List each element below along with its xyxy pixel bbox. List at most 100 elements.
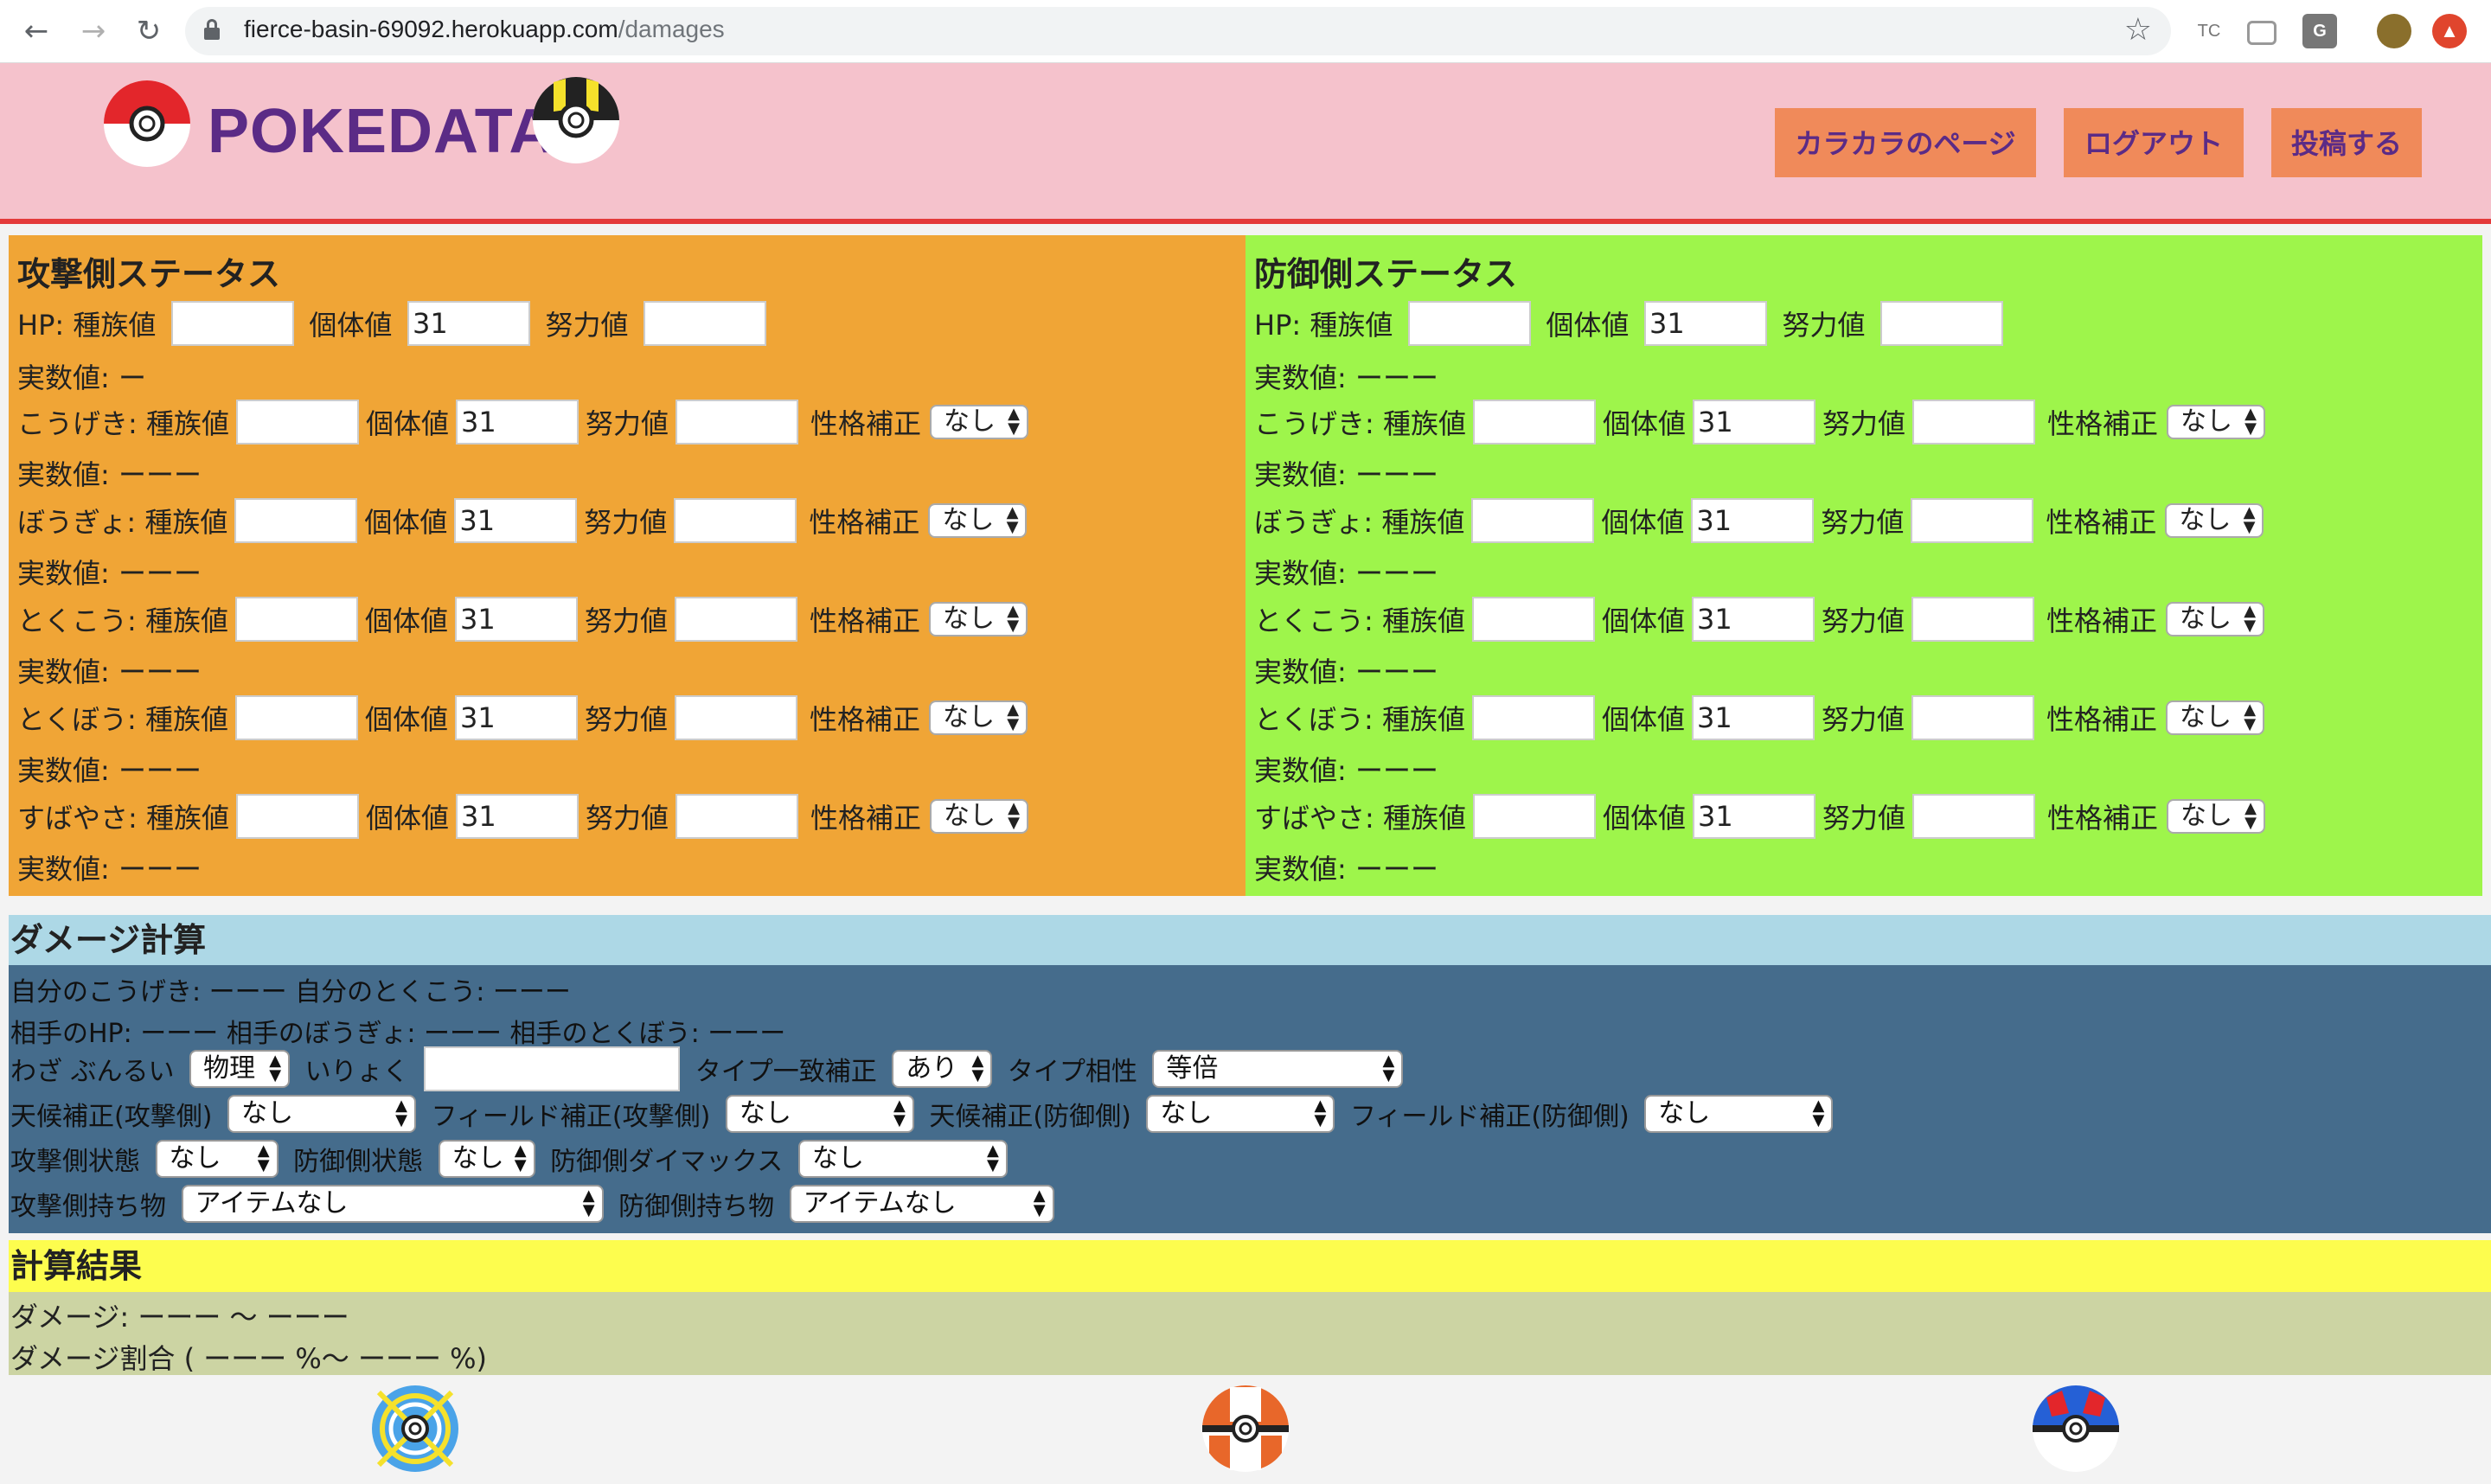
bookmark-star-icon[interactable]: ☆ — [2124, 12, 2152, 48]
nature-select[interactable]: なし ▲ ▼ — [929, 700, 1028, 735]
attacker-stat-actual: 実数値: ーーー — [17, 557, 202, 590]
stat-iv-input[interactable]: 31 — [454, 498, 578, 543]
stat-base-input[interactable] — [235, 597, 358, 642]
attacker-hp-actual: 実数値: ー — [17, 361, 146, 394]
weather-attacker-select[interactable]: なし ▲ ▼ — [227, 1095, 416, 1133]
stat-ev-input[interactable] — [675, 597, 798, 642]
stat-iv-input[interactable]: 31 — [1692, 597, 1815, 642]
hp-base-input[interactable] — [1407, 301, 1531, 346]
hp-iv-input[interactable]: 31 — [407, 301, 530, 346]
select-arrows-icon: ▲ ▼ — [1382, 1052, 1395, 1084]
stat-ev-input[interactable] — [1912, 794, 2035, 839]
nature-select[interactable]: なし ▲ ▼ — [930, 405, 1029, 439]
post-button[interactable]: 投稿する — [2271, 108, 2422, 177]
hp-base-input[interactable] — [170, 301, 294, 346]
nature-select[interactable]: なし ▲ ▼ — [930, 799, 1029, 834]
damage-ratio-text: ダメージ割合 ( ーーー %〜 ーーー %) — [10, 1342, 488, 1375]
extension-tc-icon[interactable]: TC — [2192, 14, 2226, 48]
logout-button[interactable]: ログアウト — [2064, 108, 2244, 177]
stat-iv-label: 個体値 — [1602, 604, 1686, 637]
karakara-page-button[interactable]: カラカラのページ — [1775, 108, 2036, 177]
defender-stat-row: こうげき: 種族値 個体値 31 努力値 性格補正 なし ▲ ▼ — [1254, 400, 2266, 451]
stat-base-input[interactable] — [235, 695, 358, 740]
stat-iv-input[interactable]: 31 — [455, 695, 579, 740]
nature-select[interactable]: なし ▲ ▼ — [2165, 503, 2264, 538]
stat-base-input[interactable] — [234, 498, 358, 543]
stat-base-input[interactable] — [1471, 498, 1595, 543]
url-text[interactable]: fierce-basin-69092.herokuapp.com/damages — [244, 16, 725, 43]
forward-icon[interactable]: → — [74, 12, 112, 50]
select-arrows-icon: ▲ ▼ — [257, 1142, 270, 1174]
address-bar[interactable]: fierce-basin-69092.herokuapp.com/damages… — [185, 7, 2171, 55]
nature-select[interactable]: なし ▲ ▼ — [929, 602, 1028, 636]
stat-ev-input[interactable] — [1912, 400, 2035, 445]
reload-icon[interactable]: ↻ — [130, 12, 168, 50]
hp-ev-input[interactable] — [1880, 301, 2004, 346]
stat-iv-input[interactable]: 31 — [455, 400, 579, 445]
attacker-stat-actual: 実数値: ーーー — [17, 853, 202, 886]
stat-base-input[interactable] — [1472, 400, 1596, 445]
stat-iv-input[interactable]: 31 — [1692, 695, 1815, 740]
type-effectiveness-select[interactable]: 等倍 ▲ ▼ — [1152, 1050, 1404, 1088]
stat-ev-input[interactable] — [1911, 695, 2035, 740]
stat-ev-input[interactable] — [676, 794, 798, 839]
stat-base-input[interactable] — [235, 400, 359, 445]
nature-select[interactable]: なし ▲ ▼ — [2167, 799, 2266, 834]
power-input[interactable] — [424, 1046, 681, 1091]
hp-ev-input[interactable] — [644, 301, 767, 346]
nature-label: 性格補正 — [809, 506, 920, 539]
nature-label: 性格補正 — [810, 703, 921, 736]
nature-label: 性格補正 — [2046, 703, 2158, 736]
stat-iv-input[interactable]: 31 — [455, 597, 579, 642]
nature-select[interactable]: なし ▲ ▼ — [2166, 700, 2265, 735]
defender-dynamax-select[interactable]: なし ▲ ▼ — [797, 1140, 1008, 1178]
field-attacker-select[interactable]: なし ▲ ▼ — [725, 1095, 914, 1133]
select-arrows-icon: ▲ ▼ — [987, 1142, 999, 1174]
extension-g-icon[interactable]: G — [2302, 14, 2337, 48]
nature-select[interactable]: なし ▲ ▼ — [928, 503, 1028, 538]
attacker-item-select[interactable]: アイテムなし ▲ ▼ — [181, 1185, 604, 1223]
stat-base-input[interactable] — [1472, 597, 1595, 642]
weather-attacker-label: 天候補正(攻撃側) — [10, 1102, 213, 1132]
ultraball-logo-icon — [533, 77, 619, 163]
move-class-select[interactable]: 物理 ▲ ▼ — [189, 1050, 291, 1088]
stat-ev-input[interactable] — [674, 498, 797, 543]
nature-select[interactable]: なし ▲ ▼ — [2167, 405, 2266, 439]
nature-label: 性格補正 — [810, 802, 922, 835]
stat-iv-input[interactable]: 31 — [1692, 794, 1815, 839]
hp-iv-input[interactable]: 31 — [1643, 301, 1767, 346]
stat-base-label: とくこう: 種族値 — [17, 604, 228, 637]
stab-select[interactable]: あり ▲ ▼ — [892, 1050, 993, 1088]
stat-base-input[interactable] — [1472, 794, 1596, 839]
stat-iv-input[interactable]: 31 — [1692, 400, 1815, 445]
stat-ev-input[interactable] — [676, 400, 798, 445]
stat-ev-input[interactable] — [1911, 597, 2035, 642]
opponent-stats-line: 相手のHP: ーーー 相手のぼうぎょ: ーーー 相手のとくぼう: ーーー — [10, 1019, 786, 1049]
stat-ev-input[interactable] — [1911, 498, 2034, 543]
stat-iv-input[interactable]: 31 — [1691, 498, 1815, 543]
stat-base-input[interactable] — [1472, 695, 1595, 740]
stat-base-label: すばやさ: 種族値 — [17, 802, 229, 835]
greatball-icon — [2033, 1385, 2119, 1472]
stat-base-input[interactable] — [235, 794, 359, 839]
site-logo-text[interactable]: POKEDATA — [208, 96, 554, 167]
defender-stat-actual: 実数値: ーーー — [1254, 458, 1438, 491]
weather-defender-select[interactable]: なし ▲ ▼ — [1146, 1095, 1335, 1133]
attacker-state-select[interactable]: なし ▲ ▼ — [155, 1140, 279, 1178]
update-icon[interactable]: ▲ — [2432, 14, 2467, 48]
lock-icon[interactable] — [204, 19, 220, 40]
nature-select[interactable]: なし ▲ ▼ — [2166, 602, 2265, 636]
cast-icon[interactable] — [2247, 21, 2276, 45]
stat-iv-input[interactable]: 31 — [455, 794, 579, 839]
attacker-stat-row: すばやさ: 種族値 個体値 31 努力値 性格補正 なし ▲ ▼ — [17, 794, 1029, 846]
nature-value: なし — [2180, 604, 2232, 634]
stat-ev-input[interactable] — [675, 695, 798, 740]
field-defender-select[interactable]: なし ▲ ▼ — [1644, 1095, 1834, 1133]
stat-iv-label: 個体値 — [1602, 407, 1686, 440]
defender-state-select[interactable]: なし ▲ ▼ — [438, 1140, 535, 1178]
profile-avatar[interactable] — [2377, 14, 2411, 48]
back-icon[interactable]: ← — [17, 12, 55, 50]
nature-label: 性格補正 — [2046, 604, 2158, 637]
select-arrows-icon: ▲ ▼ — [1007, 602, 1020, 635]
defender-item-select[interactable]: アイテムなし ▲ ▼ — [789, 1185, 1054, 1223]
